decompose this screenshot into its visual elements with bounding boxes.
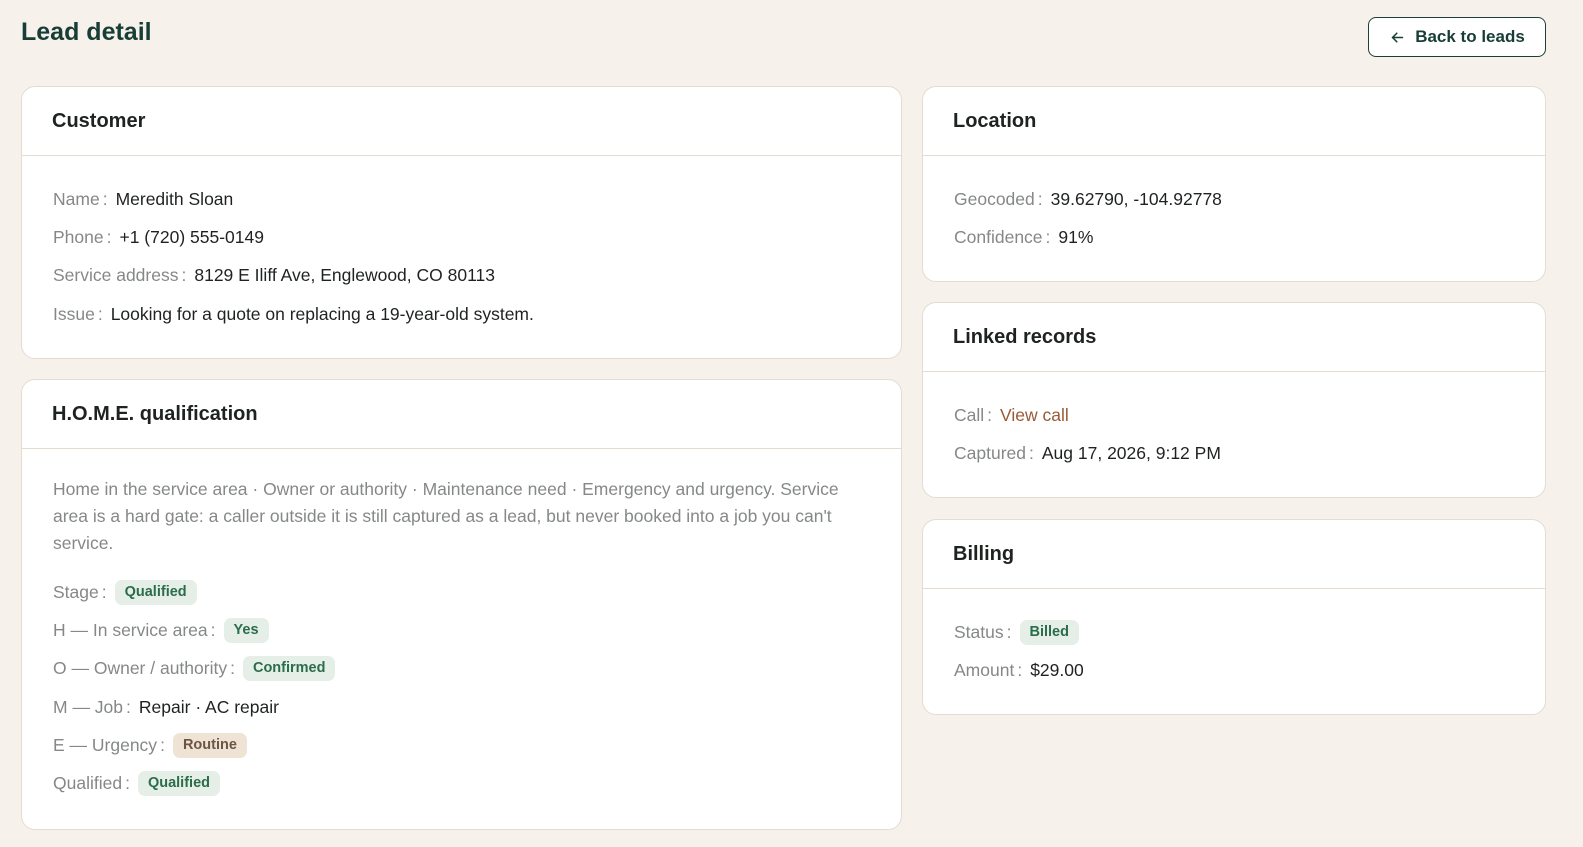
location-card-title: Location (923, 87, 1545, 156)
stage-row: Stage: Qualified (53, 579, 871, 605)
customer-phone-row: Phone: +1 (720) 555-0149 (53, 226, 264, 247)
customer-card-title: Customer (22, 87, 901, 156)
billing-status-label: Status (954, 621, 1004, 642)
qualification-card-title: H.O.M.E. qualification (22, 380, 901, 449)
service-address-label: Service address (53, 265, 179, 286)
name-label: Name (53, 188, 100, 209)
billing-amount-label: Amount (954, 659, 1015, 680)
qualified-row: Qualified: Qualified (53, 771, 871, 797)
h-label: H — In service area (53, 619, 208, 640)
customer-name: Meredith Sloan (115, 188, 234, 209)
customer-phone: +1 (720) 555-0149 (119, 226, 264, 247)
o-badge: Confirmed (242, 656, 336, 682)
customer-name-row: Name: Meredith Sloan (53, 188, 234, 209)
view-call-link[interactable]: View call (1000, 405, 1069, 426)
e-row: E — Urgency: Routine (53, 733, 871, 759)
arrow-left-icon (1389, 29, 1406, 46)
billing-card-title: Billing (923, 520, 1545, 589)
billing-amount: $29.00 (1030, 659, 1084, 680)
m-label: M — Job (53, 696, 124, 717)
qualification-card: H.O.M.E. qualification Home in the servi… (21, 379, 902, 830)
qualified-badge: Qualified (137, 771, 220, 797)
customer-issue-row: Issue: Looking for a quote on replacing … (53, 303, 534, 324)
o-row: O — Owner / authority: Confirmed (53, 656, 871, 682)
billing-amount-row: Amount: $29.00 (954, 659, 1084, 680)
billing-status-row: Status: Billed (954, 619, 1515, 645)
issue-label: Issue (53, 303, 95, 324)
billing-status-badge: Billed (1019, 619, 1079, 645)
captured-row: Captured: Aug 17, 2026, 9:12 PM (954, 442, 1221, 463)
geocoded-row: Geocoded: 39.62790, -104.92778 (954, 188, 1222, 209)
customer-issue: Looking for a quote on replacing a 19-ye… (110, 303, 534, 324)
confidence-value: 91% (1058, 226, 1094, 247)
customer-card: Customer Name: Meredith Sloan Phone: +1 … (21, 86, 902, 359)
m-row: M — Job: Repair · AC repair (53, 696, 279, 717)
billing-card: Billing Status: Billed Amount: $29.00 (922, 519, 1546, 715)
geocoded-value: 39.62790, -104.92778 (1050, 188, 1222, 209)
captured-value: Aug 17, 2026, 9:12 PM (1041, 442, 1221, 463)
location-card: Location Geocoded: 39.62790, -104.92778 … (922, 86, 1546, 282)
qualification-description: Home in the service area · Owner or auth… (53, 479, 839, 553)
call-row: Call: View call (954, 404, 1069, 426)
stage-label: Stage (53, 581, 99, 602)
h-row: H — In service area: Yes (53, 617, 871, 643)
o-label: O — Owner / authority (53, 658, 228, 679)
stage-badge: Qualified (114, 579, 197, 605)
m-value: Repair · AC repair (138, 696, 279, 717)
linked-records-card: Linked records Call: View call Captured:… (922, 302, 1546, 498)
confidence-label: Confidence (954, 226, 1043, 247)
confidence-row: Confidence: 91% (954, 226, 1094, 247)
back-to-leads-button[interactable]: Back to leads (1368, 17, 1546, 57)
call-label: Call (954, 404, 985, 425)
service-address: 8129 E Iliff Ave, Englewood, CO 80113 (194, 265, 495, 286)
back-to-leads-label: Back to leads (1415, 27, 1525, 46)
e-label: E — Urgency (53, 735, 158, 756)
linked-records-card-title: Linked records (923, 303, 1545, 372)
e-badge: Routine (172, 733, 247, 759)
h-badge: Yes (223, 617, 269, 643)
customer-address-row: Service address: 8129 E Iliff Ave, Engle… (53, 265, 495, 286)
phone-label: Phone (53, 226, 104, 247)
captured-label: Captured (954, 442, 1026, 463)
geocoded-label: Geocoded (954, 188, 1035, 209)
qualified-label: Qualified (53, 773, 123, 794)
page-title: Lead detail (21, 18, 152, 46)
